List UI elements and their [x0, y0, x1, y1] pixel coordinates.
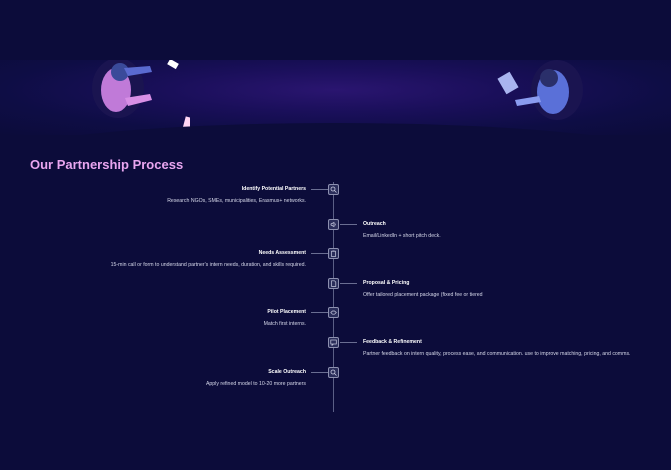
step-title: Proposal & Pricing: [363, 280, 410, 286]
timeline-connector: [340, 224, 357, 225]
clipboard-icon: [331, 250, 336, 257]
step-title: Feedback & Refinement: [363, 339, 422, 345]
timeline-connector: [311, 312, 328, 313]
timeline-node-5: [328, 307, 339, 318]
timeline-connector: [311, 189, 328, 190]
timeline-connector: [340, 342, 357, 343]
timeline-connector: [311, 253, 328, 254]
step-title: Pilot Placement: [267, 309, 306, 315]
section-title: Our Partnership Process: [30, 157, 184, 172]
step-description: Apply refined model to 10-20 more partne…: [205, 381, 306, 387]
timeline-connector: [340, 283, 357, 284]
timeline-node-4: [328, 278, 339, 289]
search-icon: [330, 369, 337, 376]
step-description: Partner feedback on intern quality, proc…: [363, 351, 631, 357]
megaphone-icon: [330, 221, 336, 228]
timeline-node-1: [328, 184, 339, 195]
timeline-connector: [311, 372, 328, 373]
timeline-node-6: [328, 337, 339, 348]
search-icon: [330, 186, 337, 193]
step-description: Email/LinkedIn + short pitch deck.: [363, 233, 441, 239]
handshake-icon: [330, 310, 337, 315]
hero-banner: [0, 60, 671, 135]
timeline-node-2: [328, 219, 339, 230]
step-description: Offer tailored placement package (fixed …: [363, 292, 483, 298]
step-title: Identify Potential Partners: [241, 186, 306, 192]
document-icon: [331, 280, 337, 287]
feedback-icon: [330, 339, 337, 346]
person-laptop-right-illustration: [497, 60, 583, 120]
person-laptop-left-illustration: [92, 60, 190, 132]
step-title: Needs Assessment: [258, 250, 306, 256]
step-title: Scale Outreach: [268, 369, 306, 375]
step-description: Match first interns.: [263, 321, 306, 327]
step-title: Outreach: [363, 221, 386, 227]
timeline-node-7: [328, 367, 339, 378]
step-description: 15-min call or form to understand partne…: [110, 262, 306, 268]
step-description: Research NGOs, SMEs, municipalities, Era…: [167, 198, 306, 204]
timeline-node-3: [328, 248, 339, 259]
